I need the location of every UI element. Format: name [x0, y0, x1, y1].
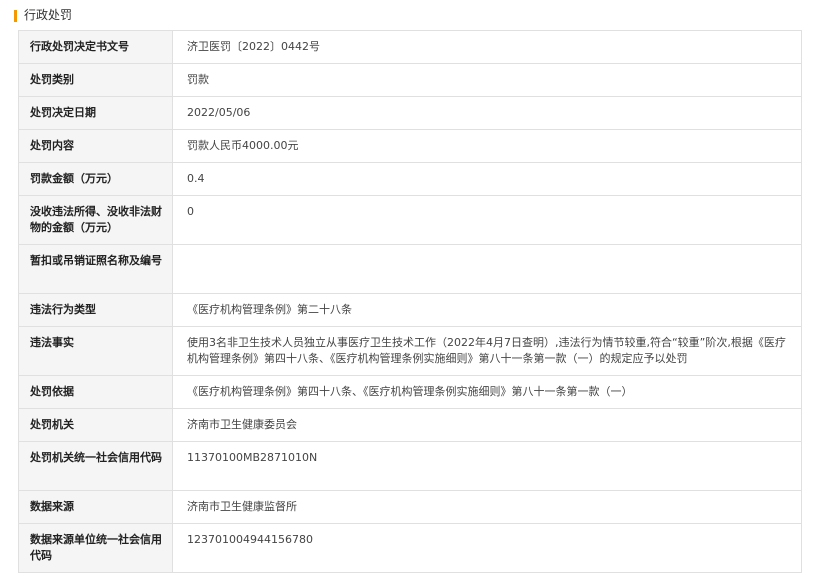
table-row: 暂扣或吊销证照名称及编号 — [18, 244, 802, 294]
row-value: 2022/05/06 — [172, 96, 802, 130]
table-row: 没收违法所得、没收非法财物的金额（万元） 0 — [18, 195, 802, 245]
row-value: 使用3名非卫生技术人员独立从事医疗卫生技术工作（2022年4月7日查明）,违法行… — [172, 326, 802, 376]
row-label: 违法事实 — [18, 326, 173, 376]
row-label: 数据来源 — [18, 490, 173, 524]
table-row: 处罚机关 济南市卫生健康委员会 — [18, 408, 802, 442]
table-row: 罚款金额（万元） 0.4 — [18, 162, 802, 196]
table-row: 处罚依据 《医疗机构管理条例》第四十八条、《医疗机构管理条例实施细则》第八十一条… — [18, 375, 802, 409]
row-value — [172, 244, 802, 294]
row-label: 数据来源单位统一社会信用代码 — [18, 523, 173, 573]
table-row: 违法事实 使用3名非卫生技术人员独立从事医疗卫生技术工作（2022年4月7日查明… — [18, 326, 802, 376]
table-row: 数据来源单位统一社会信用代码 123701004944156780 — [18, 523, 802, 573]
section-header: 行政处罚 — [0, 0, 818, 30]
table-row: 处罚内容 罚款人民币4000.00元 — [18, 129, 802, 163]
section-accent-bar — [14, 10, 17, 22]
row-label: 罚款金额（万元） — [18, 162, 173, 196]
row-value: 0.4 — [172, 162, 802, 196]
row-label: 处罚依据 — [18, 375, 173, 409]
row-label: 处罚类别 — [18, 63, 173, 97]
row-value: 《医疗机构管理条例》第四十八条、《医疗机构管理条例实施细则》第八十一条第一款（一… — [172, 375, 802, 409]
table-row: 行政处罚决定书文号 济卫医罚〔2022〕0442号 — [18, 30, 802, 64]
row-label: 行政处罚决定书文号 — [18, 30, 173, 64]
row-label: 处罚内容 — [18, 129, 173, 163]
row-value: 《医疗机构管理条例》第二十八条 — [172, 293, 802, 327]
table-row: 数据来源 济南市卫生健康监督所 — [18, 490, 802, 524]
row-label: 暂扣或吊销证照名称及编号 — [18, 244, 173, 294]
row-value: 济南市卫生健康监督所 — [172, 490, 802, 524]
row-value: 济卫医罚〔2022〕0442号 — [172, 30, 802, 64]
table-row: 处罚决定日期 2022/05/06 — [18, 96, 802, 130]
penalty-info-table: 行政处罚决定书文号 济卫医罚〔2022〕0442号 处罚类别 罚款 处罚决定日期… — [18, 30, 802, 573]
table-row: 处罚类别 罚款 — [18, 63, 802, 97]
row-label: 处罚机关 — [18, 408, 173, 442]
row-value: 济南市卫生健康委员会 — [172, 408, 802, 442]
row-label: 违法行为类型 — [18, 293, 173, 327]
table-row: 处罚机关统一社会信用代码 11370100MB2871010N — [18, 441, 802, 491]
table-row: 违法行为类型 《医疗机构管理条例》第二十八条 — [18, 293, 802, 327]
row-value: 11370100MB2871010N — [172, 441, 802, 491]
row-value: 罚款 — [172, 63, 802, 97]
row-label: 处罚机关统一社会信用代码 — [18, 441, 173, 491]
row-value: 0 — [172, 195, 802, 245]
row-label: 没收违法所得、没收非法财物的金额（万元） — [18, 195, 173, 245]
row-value: 罚款人民币4000.00元 — [172, 129, 802, 163]
row-label: 处罚决定日期 — [18, 96, 173, 130]
section-title: 行政处罚 — [24, 8, 73, 22]
row-value: 123701004944156780 — [172, 523, 802, 573]
